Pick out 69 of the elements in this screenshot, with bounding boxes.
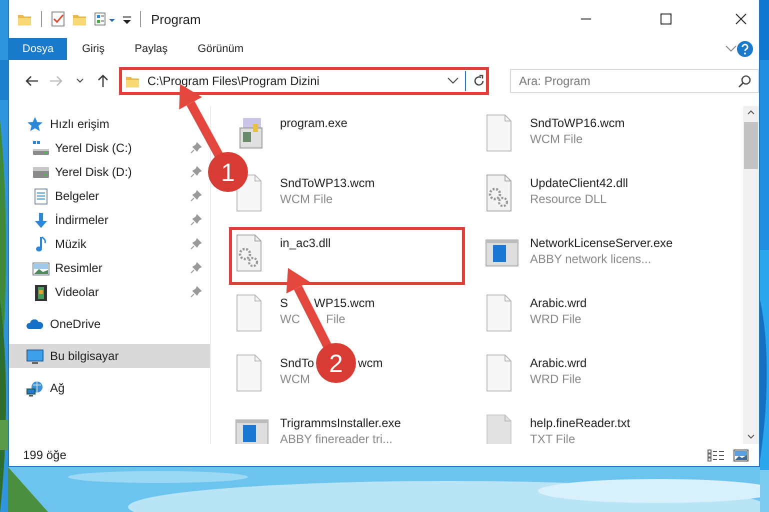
ribbon-tab[interactable]: Görünüm <box>182 38 258 60</box>
file-type: WCM <box>280 372 310 386</box>
search-icon <box>738 74 752 88</box>
document-icon <box>32 188 50 204</box>
dropdown-chevron-icon[interactable] <box>447 76 459 86</box>
scroll-thumb[interactable] <box>744 122 758 169</box>
file-name[interactable]: Arabic.wrd <box>530 356 587 370</box>
nav-item[interactable]: Yerel Disk (D:) <box>9 160 210 184</box>
refresh-icon[interactable] <box>472 74 486 88</box>
address-bar[interactable]: C:\Program Files\Program Dizini <box>119 67 489 95</box>
file-type: Resource DLL <box>530 192 608 206</box>
properties-icon[interactable] <box>94 11 116 27</box>
file-type: ABBY network licens... <box>530 252 652 266</box>
file-type: WCM File <box>530 132 584 146</box>
file-name[interactable]: S <box>280 296 288 310</box>
picture-icon <box>32 260 50 276</box>
scrollbar[interactable] <box>743 106 759 444</box>
nav-item[interactable]: Ağ <box>9 376 210 400</box>
file-name[interactable]: TrigrammsInstaller.exe <box>280 416 401 430</box>
file-type: WCM File <box>280 192 334 206</box>
drive-icon <box>32 140 50 156</box>
nav-item[interactable]: Belgeler <box>9 184 210 208</box>
nav-item[interactable]: OneDrive <box>9 312 210 336</box>
help-icon[interactable] <box>737 41 753 57</box>
star-icon <box>26 116 44 132</box>
up-arrow-icon[interactable] <box>96 74 110 88</box>
window-title: Program <box>151 12 201 26</box>
item-count: 199 öğe <box>23 448 66 462</box>
thumbnail-view-icon[interactable] <box>733 448 749 462</box>
file-name[interactable]: help.fineReader.txt <box>530 416 630 430</box>
file-type: TXT File <box>530 432 576 444</box>
file-name[interactable]: program.exe <box>280 116 348 130</box>
monitor-icon <box>26 348 44 364</box>
file-name[interactable]: Arabic.wrd <box>530 296 587 310</box>
nav-item[interactable]: Hızlı erişim <box>9 112 210 136</box>
nav-item[interactable]: Resimler <box>9 256 210 280</box>
ribbon-tab[interactable]: Paylaş <box>120 38 183 60</box>
nav-item[interactable]: Yerel Disk (C:) <box>9 136 210 160</box>
file-type: ABBY finereader tri... <box>280 432 394 444</box>
step-number-badge: 1 <box>208 152 248 192</box>
file-name[interactable]: NetworkLicenseServer.exe <box>530 236 673 250</box>
download-icon <box>32 212 50 228</box>
nav-item[interactable]: Videolar <box>9 280 210 304</box>
ribbon-tab[interactable]: Giriş <box>67 38 120 60</box>
expand-chevron-icon[interactable] <box>725 44 737 54</box>
file-name[interactable]: SndTo <box>280 356 314 370</box>
nav-item[interactable]: İndirmeler <box>9 208 210 232</box>
file-name[interactable]: WP15.wcm <box>314 296 375 310</box>
close-icon <box>735 13 747 25</box>
file-menu-button[interactable]: Dosya <box>9 38 67 60</box>
file-type: WC <box>280 312 300 326</box>
file-name[interactable]: UpdateClient42.dll <box>530 176 628 190</box>
file-type: WRD File <box>530 312 582 326</box>
nav-item[interactable]: Müzik <box>9 232 210 256</box>
step-number-badge: 2 <box>316 343 356 383</box>
file-type: WRD File <box>530 372 582 386</box>
checklist-icon[interactable] <box>50 11 66 27</box>
film-icon <box>32 284 50 300</box>
file-type: File <box>326 312 346 326</box>
maximize-icon <box>660 13 672 25</box>
file-name[interactable]: in_ac3.dll <box>280 236 331 250</box>
nav-item[interactable]: Bu bilgisayar <box>9 344 210 368</box>
network-icon <box>26 380 44 396</box>
details-view-icon[interactable] <box>707 448 725 462</box>
search-field[interactable]: Ara: Program <box>510 69 759 93</box>
file-name[interactable]: SndToWP13.wcm <box>280 176 375 190</box>
back-arrow-icon[interactable] <box>24 74 39 88</box>
file-name[interactable]: wcm <box>358 356 383 370</box>
file-name[interactable]: SndToWP16.wcm <box>530 116 625 130</box>
